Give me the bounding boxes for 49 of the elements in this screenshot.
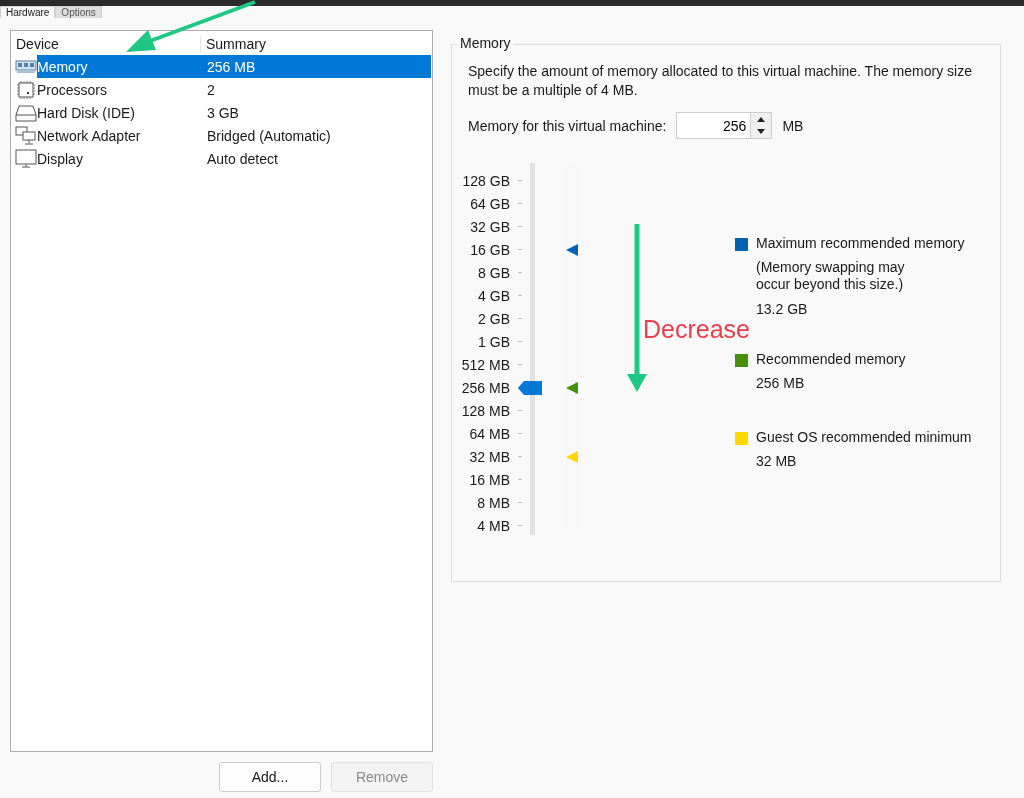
tick-label: 16 MB [469, 471, 510, 488]
legend-value: 256 MB [756, 375, 806, 391]
legend-note: (Memory swapping may occur beyond this size.) [756, 259, 906, 293]
tick-label: 4 GB [478, 287, 510, 304]
field-label: Memory for this virtual machine: [468, 117, 667, 134]
tab[interactable]: Hardware [0, 6, 56, 18]
device-name[interactable]: Display [37, 147, 202, 170]
device-name[interactable]: Memory [37, 55, 202, 78]
legend-value: 13.2 GB [756, 301, 809, 317]
device-summary[interactable]: 3 GB [202, 101, 431, 124]
legend-label: Maximum recommended memory [756, 235, 965, 251]
description: Specify the amount of memory allocated to this virtual machine. The memory size must be a multiple of 4 MB. [468, 62, 973, 100]
device-summary[interactable]: 2 [202, 78, 431, 101]
tick-label: 2 GB [478, 310, 510, 327]
monitor-icon [15, 148, 37, 169]
legend-label: Guest OS recommended minimum [756, 429, 972, 445]
tick-label: 8 MB [477, 494, 510, 511]
legend-value: 32 MB [756, 453, 798, 469]
memory-input[interactable]: 256 [676, 112, 751, 139]
tick-label: 256 MB [461, 379, 510, 396]
slider-thumb[interactable] [518, 380, 542, 395]
tick-label: 32 MB [469, 448, 510, 465]
tick-label: 128 MB [461, 402, 510, 419]
device-summary[interactable]: Auto detect [202, 147, 431, 170]
tick-label: 4 MB [477, 517, 510, 534]
device-name[interactable]: Hard Disk (IDE) [37, 101, 202, 124]
unit-label: MB [782, 117, 804, 134]
tick-label: 16 GB [470, 241, 510, 258]
tick-label: 64 GB [470, 195, 510, 212]
group-title: Memory [457, 35, 514, 51]
device-name[interactable]: Processors [37, 78, 202, 101]
tick-label: 8 GB [478, 264, 510, 281]
tick-label: 1 GB [478, 333, 510, 350]
tick-label: 64 MB [469, 425, 510, 442]
device-summary[interactable]: Bridged (Automatic) [202, 124, 431, 147]
device-summary[interactable]: 256 MB [202, 55, 431, 78]
memory-slider[interactable] [518, 163, 542, 535]
tick-label: 512 MB [461, 356, 510, 373]
memory-chip-icon [15, 59, 37, 74]
network-icon [15, 125, 37, 146]
tab[interactable]: Options [55, 6, 102, 18]
tick-label: 128 GB [462, 172, 510, 189]
legend-label: Recommended memory [756, 351, 906, 367]
tick-label: 32 GB [470, 218, 510, 235]
column-header[interactable]: Summary [201, 35, 432, 52]
processor-icon [15, 79, 37, 100]
device-name[interactable]: Network Adapter [37, 124, 202, 147]
add-button[interactable]: Add... [219, 762, 321, 792]
annotation-text: Decrease [643, 315, 750, 344]
